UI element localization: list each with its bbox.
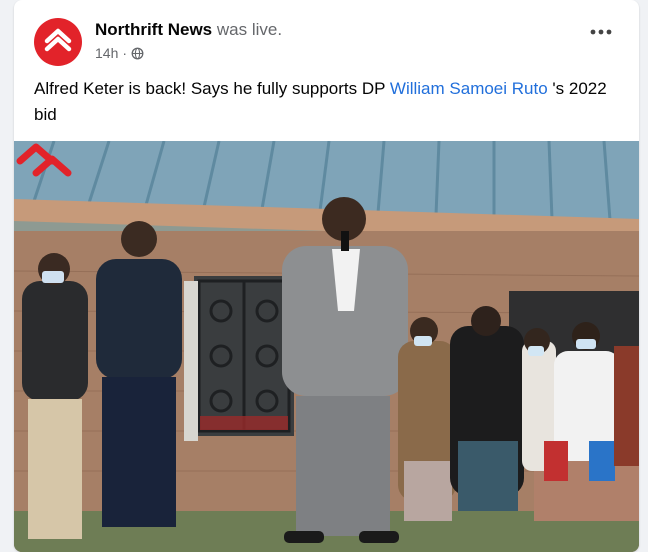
northrift-watermark-icon	[16, 143, 72, 177]
post-card: Northrift News was live. 14h · Alfred Ke…	[14, 0, 639, 552]
mention-link[interactable]: William Samoei Ruto	[390, 79, 548, 98]
post-meta: 14h ·	[95, 45, 144, 61]
dot-separator: ·	[122, 45, 128, 61]
northrift-logo-icon	[44, 28, 72, 52]
post-text-start: Alfred Keter is back! Says he fully supp…	[34, 79, 390, 98]
page-title-line: Northrift News was live.	[95, 20, 282, 40]
more-options-icon[interactable]	[583, 14, 619, 50]
post-message: Alfred Keter is back! Says he fully supp…	[34, 76, 619, 128]
timestamp-link[interactable]: 14h	[95, 45, 118, 61]
live-video[interactable]	[14, 141, 639, 552]
globe-icon[interactable]	[131, 47, 144, 60]
page-name-link[interactable]: Northrift News	[95, 20, 212, 39]
live-status: was live.	[216, 20, 283, 39]
post-header: Northrift News was live. 14h ·	[34, 14, 639, 66]
video-frame	[14, 141, 639, 552]
page-avatar[interactable]	[34, 18, 82, 66]
